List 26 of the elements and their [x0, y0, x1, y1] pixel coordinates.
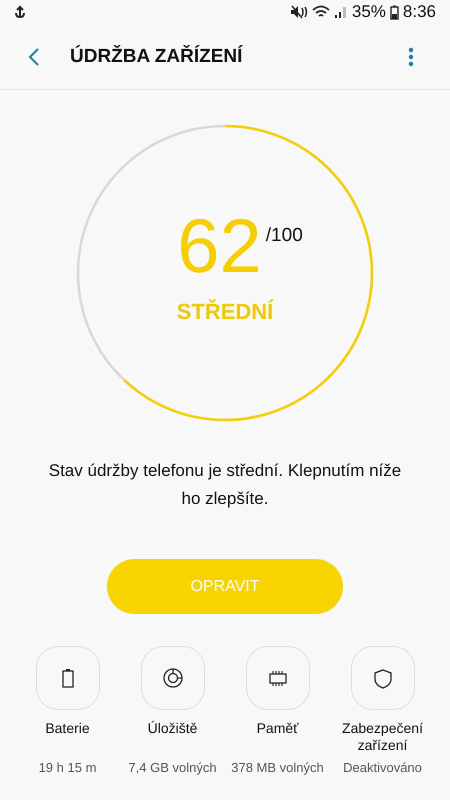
category-label: Baterie: [45, 720, 90, 737]
more-options-icon: [408, 46, 414, 66]
clock-time: 8:36: [402, 2, 436, 22]
back-icon: [28, 46, 40, 66]
status-message: Stav údržby telefonu je střední. Klepnutím níže ho zlepšíte.: [48, 460, 402, 510]
score-rating: STŘEDNÍ: [176, 299, 274, 325]
category-detail: Deaktivováno: [343, 759, 422, 775]
score-value: 62: [177, 207, 262, 287]
battery-icon: [390, 4, 399, 20]
mute-icon: [290, 5, 308, 19]
screen-title: ÚDRŽBA ZAŘÍZENÍ: [70, 46, 242, 68]
category-label: Zabezpečení zařízení: [341, 720, 424, 754]
signal-icon: [334, 5, 348, 19]
wifi-icon: [312, 5, 330, 19]
category-detail: 7,4 GB volných: [128, 759, 217, 775]
category-label: Paměť: [256, 720, 298, 737]
score-max: /100: [266, 225, 303, 247]
category-detail: 19 h 15 m: [38, 759, 96, 775]
storage-icon: [162, 667, 184, 689]
shield-icon: [372, 667, 394, 689]
category-detail: 378 MB volných: [231, 759, 324, 775]
category-label: Úložiště: [148, 720, 198, 737]
battery-percent: 35%: [352, 2, 386, 22]
fix-button[interactable]: OPRAVIT: [107, 559, 343, 614]
usb-icon: [14, 5, 26, 19]
category-button[interactable]: [140, 646, 204, 710]
